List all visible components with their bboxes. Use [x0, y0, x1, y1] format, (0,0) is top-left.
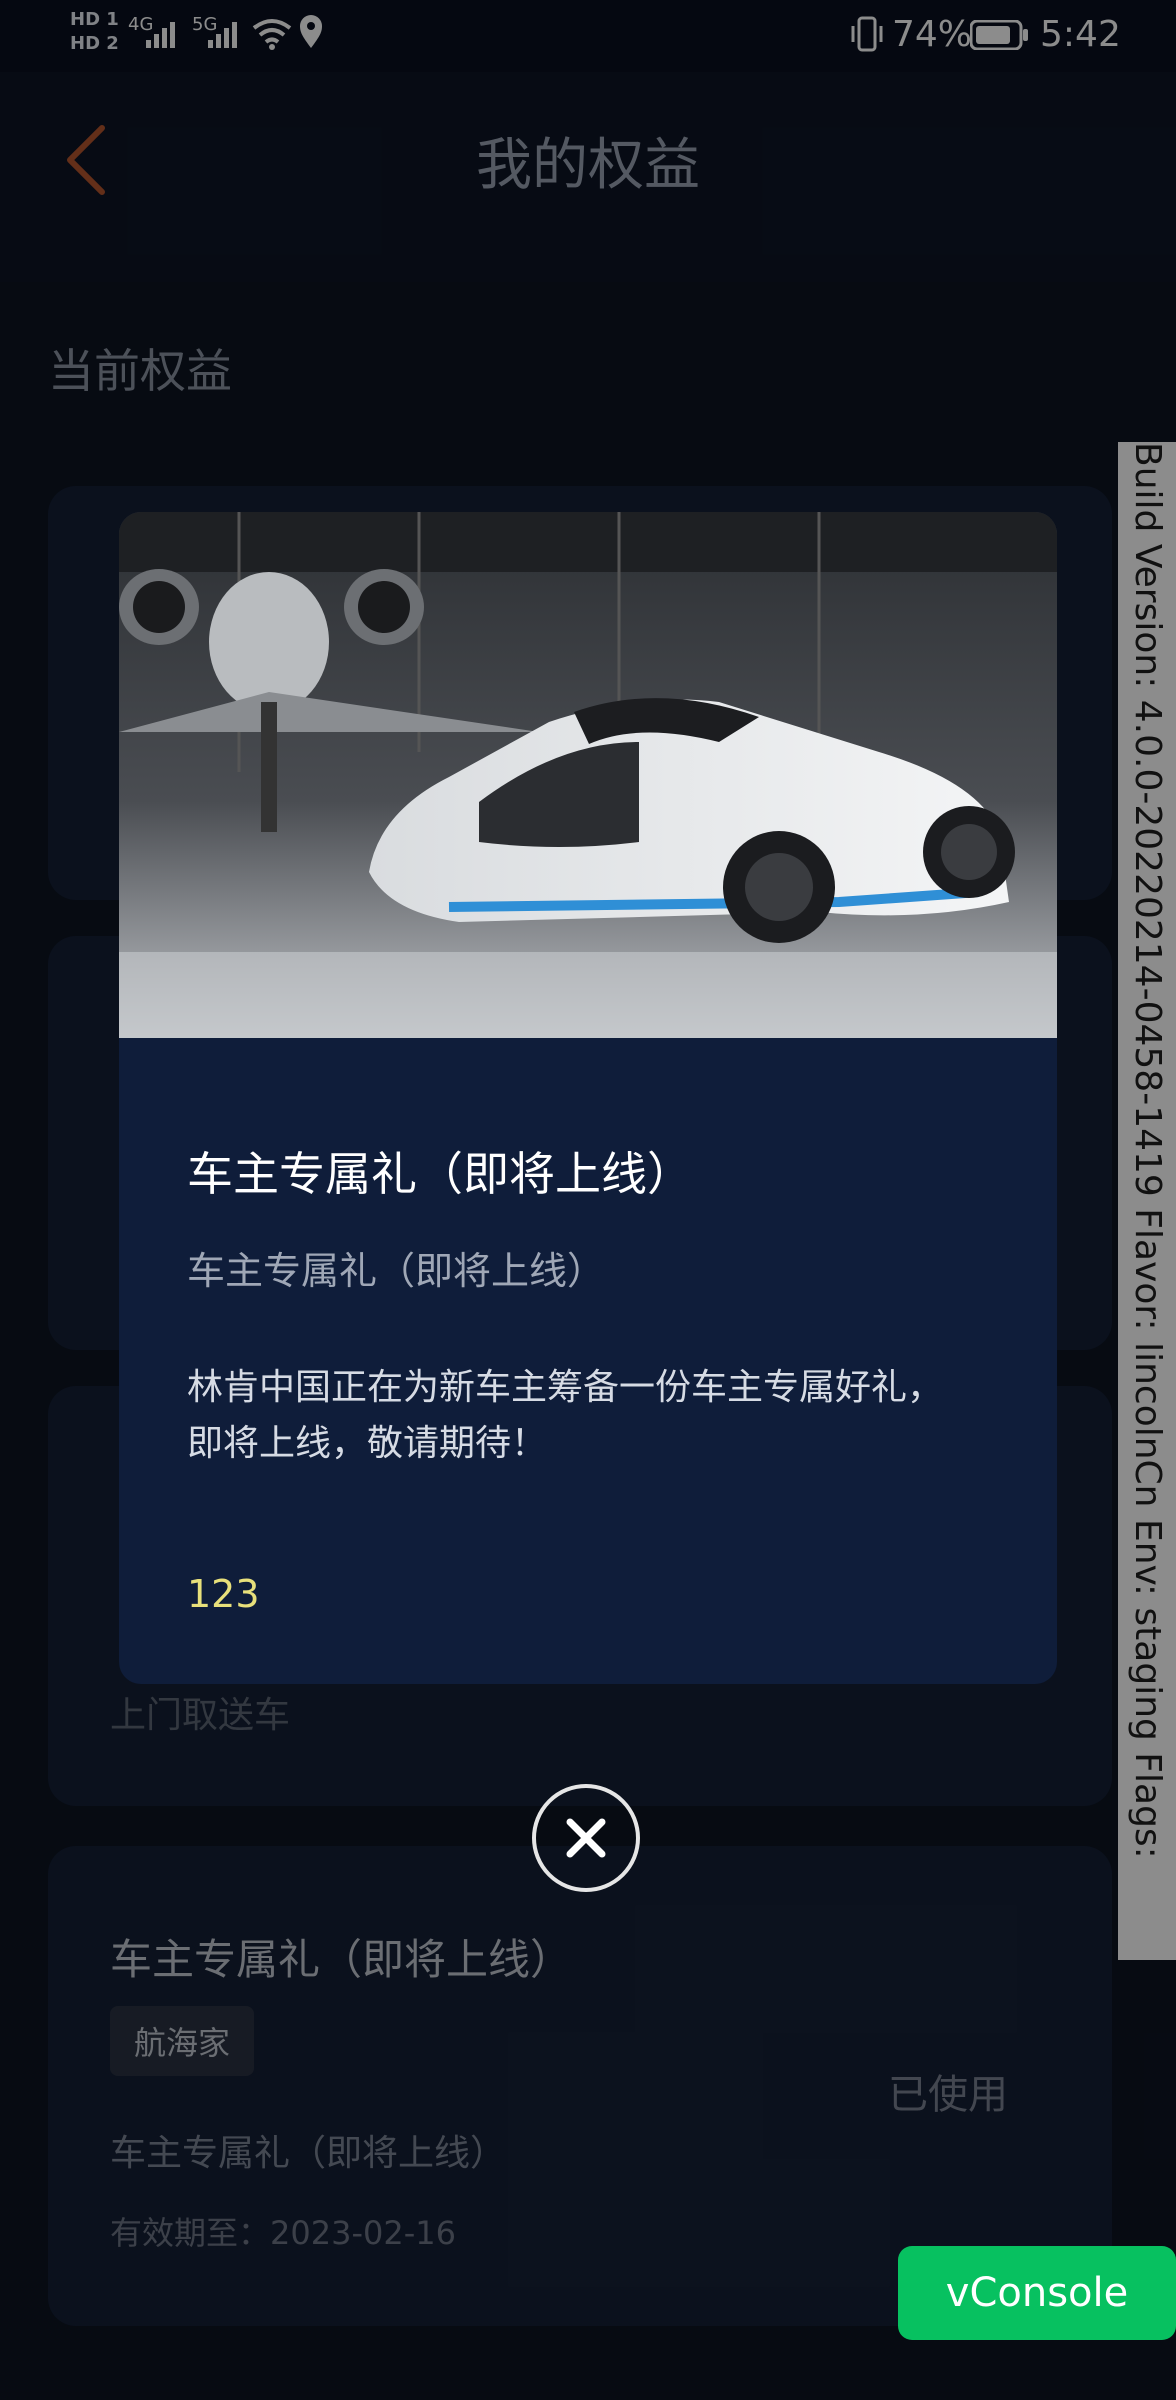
vconsole-button[interactable]: vConsole [898, 2246, 1176, 2340]
close-button[interactable] [532, 1784, 640, 1892]
modal-subtitle: 车主专属礼（即将上线） [187, 1249, 606, 1293]
hero-image [119, 512, 1057, 1038]
modal-description: 林肯中国正在为新车主筹备一份车主专属好礼， 即将上线，敬请期待！ [187, 1367, 944, 1464]
benefit-detail-modal: 车主专属礼（即将上线） 车主专属礼（即将上线） 林肯中国正在为新车主筹备一份车主… [119, 512, 1057, 1684]
modal-code: 123 [187, 1572, 260, 1616]
build-info-banner: Build Version: 4.0.0-20220214-0458-1419 … [1118, 442, 1176, 1960]
modal-title: 车主专属礼（即将上线） [187, 1147, 693, 1201]
build-info-text: Build Version: 4.0.0-20220214-0458-1419 … [1127, 442, 1168, 1859]
close-icon [566, 1818, 606, 1858]
